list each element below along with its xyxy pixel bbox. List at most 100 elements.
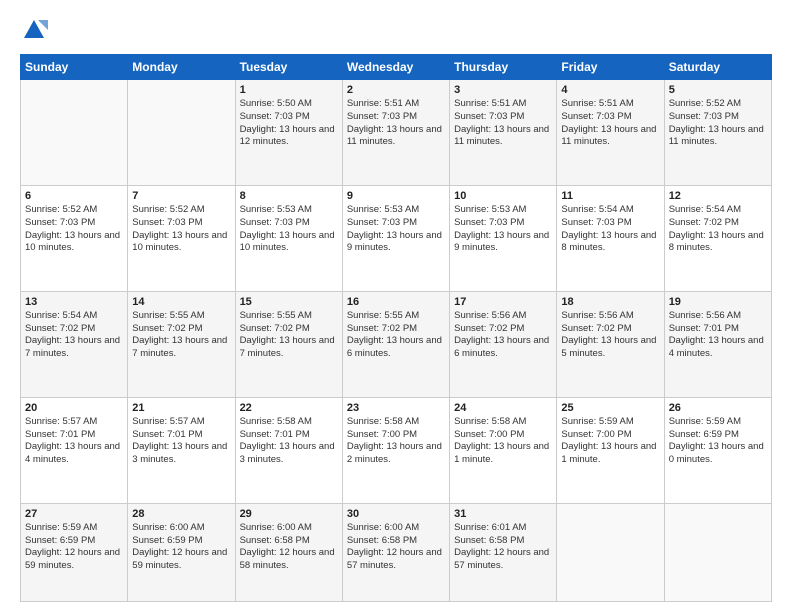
day-number: 28: [132, 508, 230, 520]
calendar-cell: 6 Sunrise: 5:52 AM Sunset: 7:03 PM Daylig…: [21, 185, 128, 291]
calendar-cell: 30 Sunrise: 6:00 AM Sunset: 6:58 PM Dayli…: [342, 503, 449, 601]
day-info: Sunrise: 5:55 AM Sunset: 7:02 PM Dayligh…: [347, 310, 445, 361]
day-number: 23: [347, 402, 445, 414]
day-info: Sunrise: 5:55 AM Sunset: 7:02 PM Dayligh…: [132, 310, 230, 361]
day-info: Sunrise: 5:53 AM Sunset: 7:03 PM Dayligh…: [240, 204, 338, 255]
calendar-cell: 9Sunrise: 5:53 AM Sunset: 7:03 PM Daylig…: [342, 185, 449, 291]
day-info: Sunrise: 5:56 AM Sunset: 7:02 PM Dayligh…: [561, 310, 659, 361]
day-info: Sunrise: 5:51 AM Sunset: 7:03 PM Dayligh…: [454, 98, 552, 149]
day-info: Sunrise: 5:54 AM Sunset: 7:02 PM Dayligh…: [669, 204, 767, 255]
day-number: 5: [669, 84, 767, 96]
calendar-cell: 10Sunrise: 5:53 AM Sunset: 7:03 PM Dayli…: [450, 185, 557, 291]
day-info: Sunrise: 5:51 AM Sunset: 7:03 PM Dayligh…: [347, 98, 445, 149]
calendar-header-row: SundayMondayTuesdayWednesdayThursdayFrid…: [21, 55, 772, 80]
day-info: Sunrise: 5:54 AM Sunset: 7:02 PM Dayligh…: [25, 310, 123, 361]
calendar-cell: 4 Sunrise: 5:51 AM Sunset: 7:03 PM Daylig…: [557, 80, 664, 186]
calendar-header-sunday: Sunday: [21, 55, 128, 80]
calendar-cell: 1 Sunrise: 5:50 AM Sunset: 7:03 PM Daylig…: [235, 80, 342, 186]
calendar-body: 1 Sunrise: 5:50 AM Sunset: 7:03 PM Daylig…: [21, 80, 772, 602]
logo-icon: [20, 16, 48, 44]
day-info: Sunrise: 5:52 AM Sunset: 7:03 PM Dayligh…: [132, 204, 230, 255]
calendar-cell: 13 Sunrise: 5:54 AM Sunset: 7:02 PM Dayli…: [21, 291, 128, 397]
header: [20, 16, 772, 44]
calendar-week-row: 13 Sunrise: 5:54 AM Sunset: 7:02 PM Dayli…: [21, 291, 772, 397]
calendar-header-thursday: Thursday: [450, 55, 557, 80]
day-number: 8: [240, 190, 338, 202]
day-info: Sunrise: 6:00 AM Sunset: 6:58 PM Dayligh…: [347, 522, 445, 573]
calendar-cell: [664, 503, 771, 601]
day-number: 4: [561, 84, 659, 96]
day-number: 2: [347, 84, 445, 96]
calendar-cell: 28 Sunrise: 6:00 AM Sunset: 6:59 PM Dayli…: [128, 503, 235, 601]
calendar-cell: 27 Sunrise: 5:59 AM Sunset: 6:59 PM Dayli…: [21, 503, 128, 601]
calendar-cell: 17 Sunrise: 5:56 AM Sunset: 7:02 PM Dayli…: [450, 291, 557, 397]
day-number: 10: [454, 190, 552, 202]
day-info: Sunrise: 6:01 AM Sunset: 6:58 PM Dayligh…: [454, 522, 552, 573]
calendar-cell: 19 Sunrise: 5:56 AM Sunset: 7:01 PM Dayli…: [664, 291, 771, 397]
calendar-cell: 26Sunrise: 5:59 AM Sunset: 6:59 PM Dayli…: [664, 397, 771, 503]
day-number: 30: [347, 508, 445, 520]
calendar-header-saturday: Saturday: [664, 55, 771, 80]
day-info: Sunrise: 5:52 AM Sunset: 7:03 PM Dayligh…: [25, 204, 123, 255]
day-number: 19: [669, 296, 767, 308]
calendar-cell: 29 Sunrise: 6:00 AM Sunset: 6:58 PM Dayli…: [235, 503, 342, 601]
calendar-cell: 25 Sunrise: 5:59 AM Sunset: 7:00 PM Dayli…: [557, 397, 664, 503]
day-info: Sunrise: 6:00 AM Sunset: 6:58 PM Dayligh…: [240, 522, 338, 573]
day-info: Sunrise: 5:56 AM Sunset: 7:01 PM Dayligh…: [669, 310, 767, 361]
day-info: Sunrise: 5:51 AM Sunset: 7:03 PM Dayligh…: [561, 98, 659, 149]
day-info: Sunrise: 5:58 AM Sunset: 7:00 PM Dayligh…: [454, 416, 552, 467]
day-info: Sunrise: 5:57 AM Sunset: 7:01 PM Dayligh…: [132, 416, 230, 467]
calendar-cell: 22Sunrise: 5:58 AM Sunset: 7:01 PM Dayli…: [235, 397, 342, 503]
day-number: 29: [240, 508, 338, 520]
calendar-cell: 14 Sunrise: 5:55 AM Sunset: 7:02 PM Dayli…: [128, 291, 235, 397]
calendar-header-tuesday: Tuesday: [235, 55, 342, 80]
day-number: 31: [454, 508, 552, 520]
calendar-table: SundayMondayTuesdayWednesdayThursdayFrid…: [20, 54, 772, 602]
calendar-cell: 12Sunrise: 5:54 AM Sunset: 7:02 PM Dayli…: [664, 185, 771, 291]
day-info: Sunrise: 5:58 AM Sunset: 7:01 PM Dayligh…: [240, 416, 338, 467]
day-number: 7: [132, 190, 230, 202]
calendar-header-monday: Monday: [128, 55, 235, 80]
calendar-cell: [21, 80, 128, 186]
calendar-cell: 24 Sunrise: 5:58 AM Sunset: 7:00 PM Dayli…: [450, 397, 557, 503]
day-number: 15: [240, 296, 338, 308]
day-number: 24: [454, 402, 552, 414]
day-number: 13: [25, 296, 123, 308]
page: SundayMondayTuesdayWednesdayThursdayFrid…: [0, 0, 792, 612]
calendar-week-row: 20Sunrise: 5:57 AM Sunset: 7:01 PM Dayli…: [21, 397, 772, 503]
calendar-cell: 23 Sunrise: 5:58 AM Sunset: 7:00 PM Dayli…: [342, 397, 449, 503]
calendar-cell: 15 Sunrise: 5:55 AM Sunset: 7:02 PM Dayli…: [235, 291, 342, 397]
day-number: 1: [240, 84, 338, 96]
day-info: Sunrise: 6:00 AM Sunset: 6:59 PM Dayligh…: [132, 522, 230, 573]
day-number: 16: [347, 296, 445, 308]
calendar-cell: 11Sunrise: 5:54 AM Sunset: 7:03 PM Dayli…: [557, 185, 664, 291]
day-info: Sunrise: 5:59 AM Sunset: 6:59 PM Dayligh…: [25, 522, 123, 573]
calendar-cell: 31 Sunrise: 6:01 AM Sunset: 6:58 PM Dayli…: [450, 503, 557, 601]
day-info: Sunrise: 5:52 AM Sunset: 7:03 PM Dayligh…: [669, 98, 767, 149]
day-info: Sunrise: 5:58 AM Sunset: 7:00 PM Dayligh…: [347, 416, 445, 467]
calendar-cell: [557, 503, 664, 601]
day-number: 6: [25, 190, 123, 202]
day-info: Sunrise: 5:56 AM Sunset: 7:02 PM Dayligh…: [454, 310, 552, 361]
calendar-header-friday: Friday: [557, 55, 664, 80]
day-number: 21: [132, 402, 230, 414]
day-info: Sunrise: 5:54 AM Sunset: 7:03 PM Dayligh…: [561, 204, 659, 255]
calendar-cell: 8 Sunrise: 5:53 AM Sunset: 7:03 PM Daylig…: [235, 185, 342, 291]
calendar-cell: 18Sunrise: 5:56 AM Sunset: 7:02 PM Dayli…: [557, 291, 664, 397]
calendar-cell: 5 Sunrise: 5:52 AM Sunset: 7:03 PM Daylig…: [664, 80, 771, 186]
day-info: Sunrise: 5:55 AM Sunset: 7:02 PM Dayligh…: [240, 310, 338, 361]
day-number: 3: [454, 84, 552, 96]
day-info: Sunrise: 5:50 AM Sunset: 7:03 PM Dayligh…: [240, 98, 338, 149]
calendar-cell: 7 Sunrise: 5:52 AM Sunset: 7:03 PM Daylig…: [128, 185, 235, 291]
day-number: 17: [454, 296, 552, 308]
calendar-cell: 21 Sunrise: 5:57 AM Sunset: 7:01 PM Dayli…: [128, 397, 235, 503]
day-number: 25: [561, 402, 659, 414]
calendar-week-row: 27 Sunrise: 5:59 AM Sunset: 6:59 PM Dayli…: [21, 503, 772, 601]
day-number: 27: [25, 508, 123, 520]
day-info: Sunrise: 5:59 AM Sunset: 7:00 PM Dayligh…: [561, 416, 659, 467]
day-number: 14: [132, 296, 230, 308]
calendar-week-row: 6 Sunrise: 5:52 AM Sunset: 7:03 PM Daylig…: [21, 185, 772, 291]
day-info: Sunrise: 5:59 AM Sunset: 6:59 PM Dayligh…: [669, 416, 767, 467]
calendar-week-row: 1 Sunrise: 5:50 AM Sunset: 7:03 PM Daylig…: [21, 80, 772, 186]
calendar-cell: 2 Sunrise: 5:51 AM Sunset: 7:03 PM Daylig…: [342, 80, 449, 186]
